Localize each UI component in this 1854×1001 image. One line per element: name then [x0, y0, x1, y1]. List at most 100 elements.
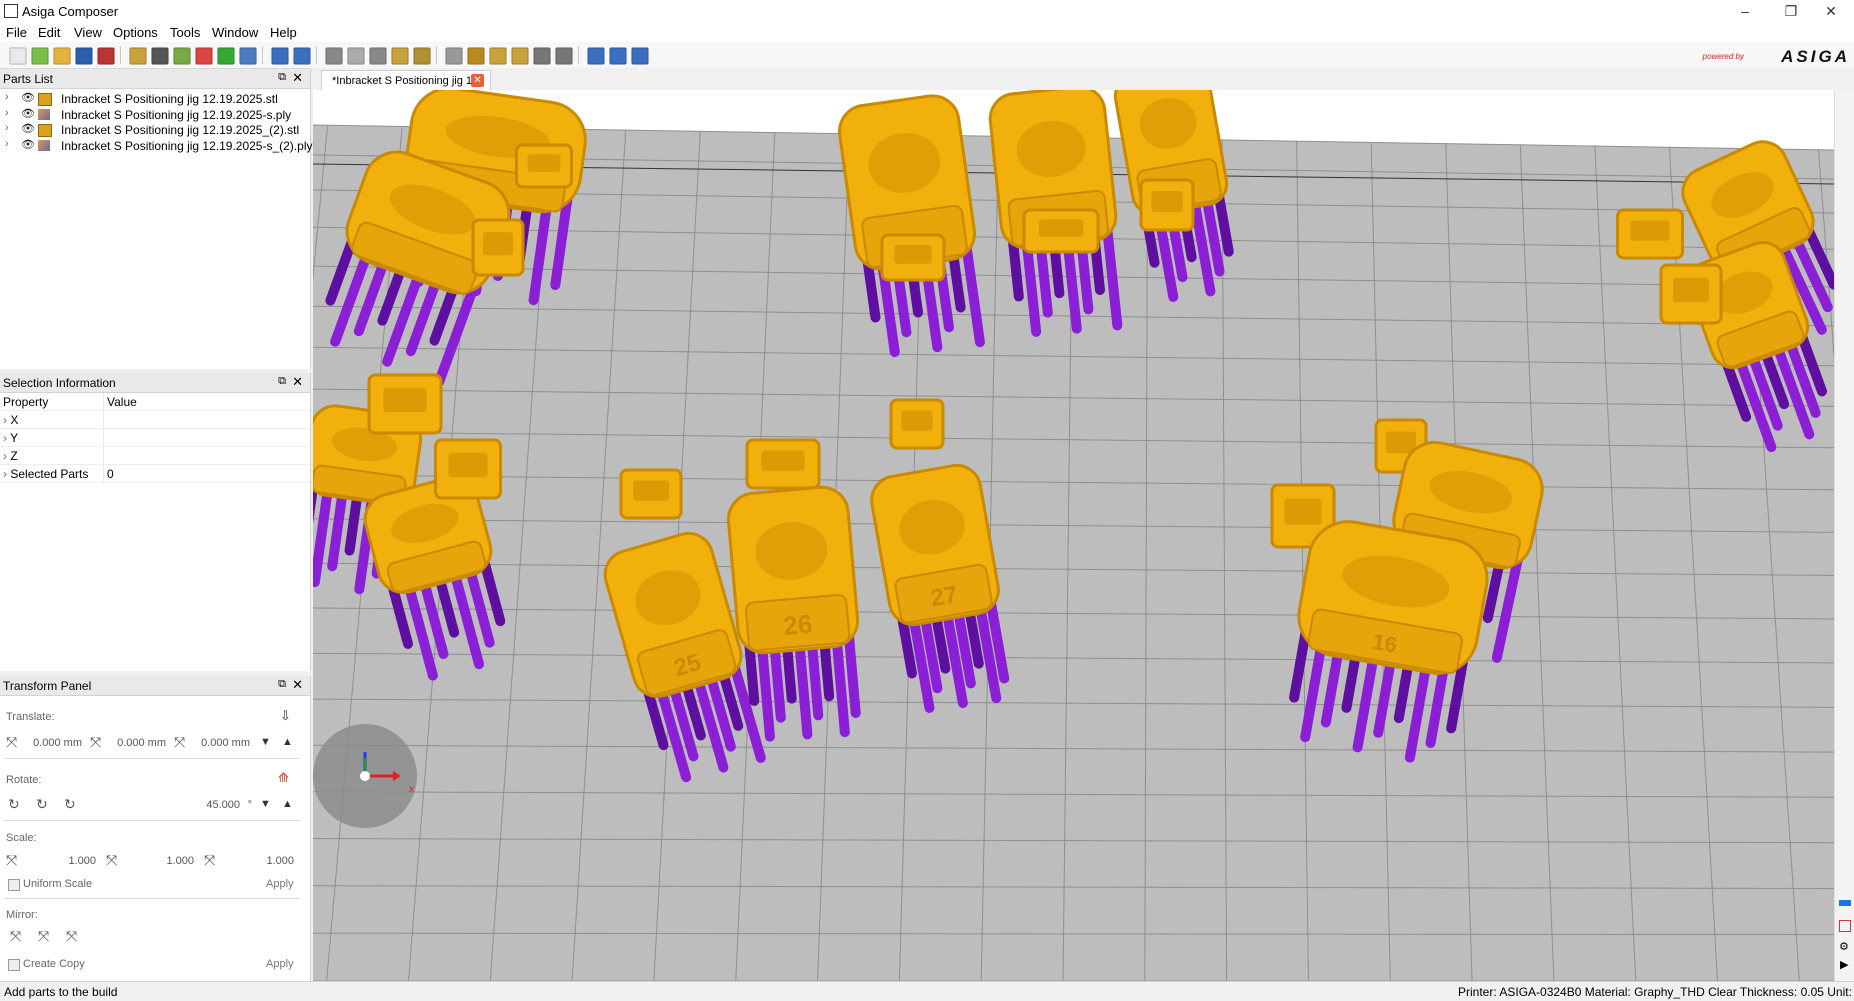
table-row[interactable]: › Y	[0, 428, 310, 447]
zoom-fit-icon[interactable]	[631, 47, 649, 65]
expand-icon[interactable]: ›	[5, 107, 9, 119]
bracket-tab-8	[367, 373, 443, 435]
table-row[interactable]: › X	[0, 410, 310, 429]
view-top-icon[interactable]	[533, 47, 551, 65]
zoom-out-icon[interactable]	[609, 47, 627, 65]
translate-y-field[interactable]: 0.000 mm	[110, 737, 166, 749]
close-panel-icon[interactable]: ✕	[292, 70, 303, 86]
expand-icon[interactable]: ›	[5, 91, 9, 103]
save-icon[interactable]	[75, 47, 93, 65]
create-copy-checkbox[interactable]	[8, 959, 20, 971]
divider	[4, 820, 300, 821]
gizmo-origin	[360, 771, 370, 781]
mirror-y-icon[interactable]: ⤧	[38, 928, 49, 945]
visibility-eye-icon[interactable]: 👁	[21, 91, 35, 104]
build-scene[interactable]: 25262716x	[313, 90, 1834, 981]
part-row[interactable]: › 👁 Inbracket S Positioning jig 12.19.20…	[0, 107, 310, 123]
float-panel-icon[interactable]: ⧉	[278, 375, 286, 388]
slice-icon[interactable]	[129, 47, 147, 65]
apply-scale-button[interactable]: Apply	[266, 878, 294, 890]
menu-help[interactable]: Help	[270, 25, 297, 40]
rotate-reset-icon[interactable]: ⟰	[278, 770, 289, 786]
mirror-z-icon[interactable]: ⤧	[66, 928, 77, 945]
open-folder-icon[interactable]	[53, 47, 71, 65]
rotate-value-field[interactable]: 45.000	[186, 799, 240, 811]
scale-z-field[interactable]: 1.000	[224, 855, 294, 867]
view-front-icon[interactable]	[467, 47, 485, 65]
layers-icon[interactable]	[151, 47, 169, 65]
translate-down-button[interactable]: ▼	[260, 736, 271, 748]
document-tab[interactable]: *Inbracket S Positioning jig 1... ✕	[321, 70, 491, 91]
arrange-icon[interactable]	[369, 47, 387, 65]
translate-up-button[interactable]: ▲	[282, 736, 293, 748]
rotate-up-button[interactable]: ▲	[282, 798, 293, 810]
column-header-property: Property	[0, 393, 104, 411]
view-iso-icon[interactable]	[445, 47, 463, 65]
view-left-icon[interactable]	[489, 47, 507, 65]
supports-icon[interactable]	[173, 47, 191, 65]
tab-label: *Inbracket S Positioning jig 1...	[332, 75, 482, 87]
analysis-icon[interactable]	[195, 47, 213, 65]
rotate-x-icon[interactable]: ↻	[8, 796, 20, 813]
menu-tools[interactable]: Tools	[170, 25, 200, 40]
table-row[interactable]: › Z	[0, 446, 310, 465]
side-gear-icon[interactable]: ⚙	[1839, 940, 1849, 953]
translate-x-icon: ⤧	[6, 734, 18, 750]
build-viewport[interactable]: 25 26 27 16 x	[313, 90, 1834, 981]
rotate-z-icon[interactable]: ↻	[64, 796, 76, 813]
ruler-icon[interactable]	[413, 47, 431, 65]
close-tab-icon[interactable]: ✕	[471, 74, 484, 87]
view-persp-icon[interactable]	[555, 47, 573, 65]
translate-x-field[interactable]: 0.000 mm	[26, 737, 82, 749]
menu-options[interactable]: Options	[113, 25, 158, 40]
minimize-button[interactable]: –	[1722, 0, 1768, 22]
engraved-number: 27	[929, 581, 960, 612]
redo-icon[interactable]	[293, 47, 311, 65]
apply-mirror-button[interactable]: Apply	[266, 958, 294, 970]
expand-icon[interactable]: ›	[5, 138, 9, 150]
translate-z-field[interactable]: 0.000 mm	[194, 737, 250, 749]
view-right-icon[interactable]	[511, 47, 529, 65]
settings-icon[interactable]	[391, 47, 409, 65]
new-icon[interactable]	[9, 47, 27, 65]
mirror-x-icon[interactable]: ⤧	[10, 928, 21, 945]
menu-view[interactable]: View	[74, 25, 102, 40]
drop-to-platform-icon[interactable]: ⇩	[280, 708, 291, 724]
copy-icon[interactable]	[347, 47, 365, 65]
visibility-eye-icon[interactable]: 👁	[21, 138, 35, 151]
open-part-icon[interactable]	[31, 47, 49, 65]
expand-icon[interactable]: ›	[5, 122, 9, 134]
float-panel-icon[interactable]: ⧉	[278, 678, 286, 691]
menu-file[interactable]: File	[6, 25, 27, 40]
close-panel-icon[interactable]: ✕	[292, 374, 303, 390]
uniform-scale-checkbox[interactable]	[8, 879, 20, 891]
visibility-eye-icon[interactable]: 👁	[21, 122, 35, 135]
undo-icon[interactable]	[271, 47, 289, 65]
part-row[interactable]: › 👁 Inbracket S Positioning jig 12.19.20…	[0, 91, 310, 107]
rotate-down-button[interactable]: ▼	[260, 798, 271, 810]
part-row[interactable]: › 👁 Inbracket S Positioning jig 12.19.20…	[0, 138, 312, 154]
close-panel-icon[interactable]: ✕	[292, 677, 303, 693]
build-icon[interactable]	[97, 47, 115, 65]
part-name: Inbracket S Positioning jig 12.19.2025_(…	[61, 123, 300, 137]
parts-list-title: Parts List	[3, 72, 54, 86]
zoom-in-icon[interactable]	[587, 47, 605, 65]
scale-y-field[interactable]: 1.000	[124, 855, 194, 867]
float-panel-icon[interactable]: ⧉	[278, 71, 286, 84]
delete-icon[interactable]	[325, 47, 343, 65]
visibility-eye-icon[interactable]: 👁	[21, 107, 35, 120]
globe-icon[interactable]	[239, 47, 257, 65]
close-window-button[interactable]: ✕	[1808, 0, 1854, 22]
app-icon	[4, 4, 18, 18]
toolbar: powered by ASIGA	[0, 42, 1854, 69]
play-icon[interactable]	[217, 47, 235, 65]
table-row[interactable]: › Selected Parts 0	[0, 464, 310, 483]
rotate-y-icon[interactable]: ↻	[36, 796, 48, 813]
menu-edit[interactable]: Edit	[38, 25, 60, 40]
part-row[interactable]: › 👁 Inbracket S Positioning jig 12.19.20…	[0, 122, 310, 138]
scale-x-field[interactable]: 1.000	[26, 855, 96, 867]
side-red-icon[interactable]	[1839, 920, 1851, 932]
bracket-slot	[448, 452, 488, 478]
menu-window[interactable]: Window	[212, 25, 258, 40]
side-play-icon[interactable]: ▶	[1840, 958, 1848, 971]
